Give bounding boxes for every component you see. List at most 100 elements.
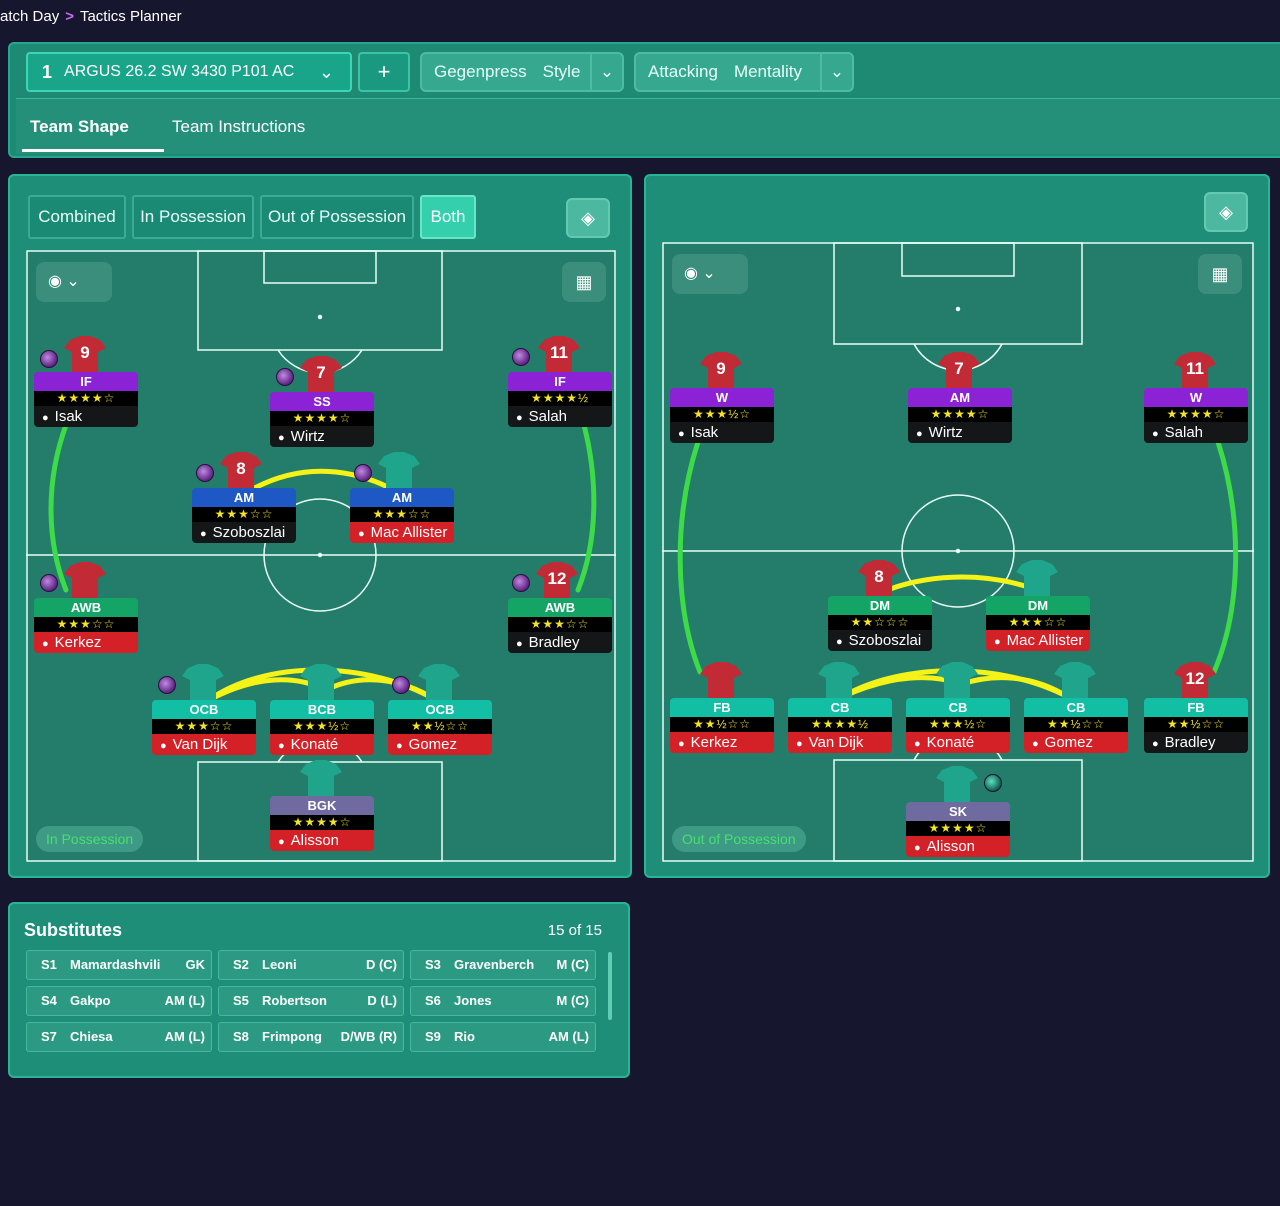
player-card[interactable]: IF ★★★★½ ● Salah xyxy=(508,372,612,427)
substitutes-count: 15 of 15 xyxy=(547,922,602,939)
player-name: Kerkez xyxy=(690,734,738,751)
substitute-row[interactable]: S9 Rio AM (L) xyxy=(410,1022,596,1052)
mentality-value: Attacking xyxy=(648,62,718,81)
player-card[interactable]: AM ★★★☆☆ ● Szoboszlai xyxy=(192,488,296,543)
player-card[interactable]: OCB ★★½☆☆ ● Gomez xyxy=(388,700,492,755)
grid-icon[interactable]: ▦ xyxy=(562,262,606,302)
substitute-row[interactable]: S6 Jones M (C) xyxy=(410,986,596,1016)
add-tactic-button[interactable]: + xyxy=(358,52,410,92)
morale-icon xyxy=(158,676,176,694)
player-name: Szoboszlai xyxy=(212,524,286,541)
player-role: IF xyxy=(508,372,612,391)
mode-both[interactable]: Both xyxy=(420,195,476,239)
substitute-row[interactable]: S3 Gravenberch M (C) xyxy=(410,950,596,980)
role-rating: ★★½☆☆ xyxy=(670,717,774,732)
player-name: Alisson xyxy=(290,832,340,849)
substitutes-title: Substitutes xyxy=(24,920,123,940)
role-rating: ★★★★☆ xyxy=(34,391,138,406)
player-name: Van Dijk xyxy=(808,734,864,751)
morale-icon xyxy=(512,348,530,366)
player-name: Salah xyxy=(1164,424,1204,441)
player-card[interactable]: AM ★★★★☆ ● Wirtz xyxy=(908,388,1012,443)
player-card[interactable]: W ★★★½☆ ● Isak xyxy=(670,388,774,443)
shirt-icon xyxy=(300,662,342,700)
shirt-icon: 11 xyxy=(1174,350,1216,388)
player-name: Gomez xyxy=(1044,734,1094,751)
player-card[interactable]: AWB ★★★☆☆ ● Kerkez xyxy=(34,598,138,653)
player-card[interactable]: SS ★★★★☆ ● Wirtz xyxy=(270,392,374,447)
player-role: BGK xyxy=(270,796,374,815)
person-icon: ● xyxy=(1032,738,1039,750)
person-icon: ● xyxy=(1152,428,1159,440)
mode-out-of-possession[interactable]: Out of Possession xyxy=(260,195,414,239)
substitute-row[interactable]: S2 Leoni D (C) xyxy=(218,950,404,980)
role-rating: ★★★★☆ xyxy=(1144,407,1248,422)
player-card[interactable]: DM ★★☆☆☆ ● Szoboszlai xyxy=(828,596,932,651)
substitutes-scrollbar[interactable] xyxy=(608,952,612,1020)
player-card[interactable]: DM ★★★☆☆ ● Mac Allister xyxy=(986,596,1090,651)
tab-bar: Team Shape Team Instructions xyxy=(16,98,1280,154)
substitute-row[interactable]: S1 Mamardashvili GK xyxy=(26,950,212,980)
substitute-row[interactable]: S5 Robertson D (L) xyxy=(218,986,404,1016)
tab-team-shape[interactable]: Team Shape xyxy=(30,117,129,137)
player-role: W xyxy=(670,388,774,407)
chevron-down-icon[interactable]: ⌄ xyxy=(820,54,852,90)
person-icon: ● xyxy=(42,412,49,424)
shirt-icon: 8 xyxy=(858,558,900,596)
morale-icon xyxy=(276,368,294,386)
mode-in-possession[interactable]: In Possession xyxy=(132,195,254,239)
grid-icon[interactable]: ▦ xyxy=(1198,254,1242,294)
role-rating: ★★★☆☆ xyxy=(508,617,612,632)
breadcrumb-parent[interactable]: atch Day xyxy=(0,8,59,25)
player-card[interactable]: CB ★★★★½ ● Van Dijk xyxy=(788,698,892,753)
pitch-icon[interactable]: ◈ xyxy=(1204,192,1248,232)
shirt-icon xyxy=(182,662,224,700)
tactic-selector[interactable]: 1 ARGUS 26.2 SW 3430 P101 AC ⌄ xyxy=(26,52,352,92)
shirt-icon: 8 xyxy=(220,450,262,488)
mentality-dropdown[interactable]: Attacking Mentality ⌄ xyxy=(634,52,854,92)
player-card[interactable]: BCB ★★★½☆ ● Konaté xyxy=(270,700,374,755)
player-card[interactable]: CB ★★★½☆ ● Konaté xyxy=(906,698,1010,753)
visibility-toggle[interactable]: ◉ ⌄ xyxy=(36,262,112,302)
player-card[interactable]: AWB ★★★☆☆ ● Bradley xyxy=(508,598,612,653)
shirt-icon xyxy=(700,660,742,698)
style-value: Gegenpress xyxy=(434,62,527,81)
player-role: IF xyxy=(34,372,138,391)
player-role: AWB xyxy=(508,598,612,617)
visibility-toggle[interactable]: ◉ ⌄ xyxy=(672,254,748,294)
player-name: Van Dijk xyxy=(172,736,228,753)
player-card[interactable]: BGK ★★★★☆ ● Alisson xyxy=(270,796,374,851)
shirt-icon: 7 xyxy=(300,354,342,392)
player-role: BCB xyxy=(270,700,374,719)
player-name: Konaté xyxy=(290,736,339,753)
player-card[interactable]: FB ★★½☆☆ ● Kerkez xyxy=(670,698,774,753)
substitute-row[interactable]: S7 Chiesa AM (L) xyxy=(26,1022,212,1052)
player-card[interactable]: SK ★★★★☆ ● Alisson xyxy=(906,802,1010,857)
player-role: AWB xyxy=(34,598,138,617)
role-rating: ★★★★☆ xyxy=(270,411,374,426)
style-dropdown[interactable]: Gegenpress Style ⌄ xyxy=(420,52,624,92)
chevron-down-icon[interactable]: ⌄ xyxy=(590,54,622,90)
substitute-row[interactable]: S8 Frimpong D/WB (R) xyxy=(218,1022,404,1052)
phase-label: In Possession xyxy=(36,826,144,852)
tab-team-instructions[interactable]: Team Instructions xyxy=(172,117,305,137)
player-role: AM xyxy=(350,488,454,507)
active-tab-indicator xyxy=(22,149,164,152)
player-role: OCB xyxy=(152,700,256,719)
player-card[interactable]: W ★★★★☆ ● Salah xyxy=(1144,388,1248,443)
shirt-icon xyxy=(64,560,106,598)
chevron-down-icon: ⌄ xyxy=(66,273,80,290)
player-card[interactable]: OCB ★★★☆☆ ● Van Dijk xyxy=(152,700,256,755)
person-icon: ● xyxy=(278,740,285,752)
role-rating: ★★★☆☆ xyxy=(34,617,138,632)
pitch-icon[interactable]: ◈ xyxy=(566,198,610,238)
player-card[interactable]: FB ★★½☆☆ ● Bradley xyxy=(1144,698,1248,753)
player-card[interactable]: CB ★★½☆☆ ● Gomez xyxy=(1024,698,1128,753)
mode-combined[interactable]: Combined xyxy=(28,195,126,239)
substitute-row[interactable]: S4 Gakpo AM (L) xyxy=(26,986,212,1016)
role-rating: ★★½☆☆ xyxy=(1144,717,1248,732)
player-role: FB xyxy=(670,698,774,717)
player-name: Kerkez xyxy=(54,634,102,651)
player-card[interactable]: AM ★★★☆☆ ● Mac Allister xyxy=(350,488,454,543)
player-card[interactable]: IF ★★★★☆ ● Isak xyxy=(34,372,138,427)
